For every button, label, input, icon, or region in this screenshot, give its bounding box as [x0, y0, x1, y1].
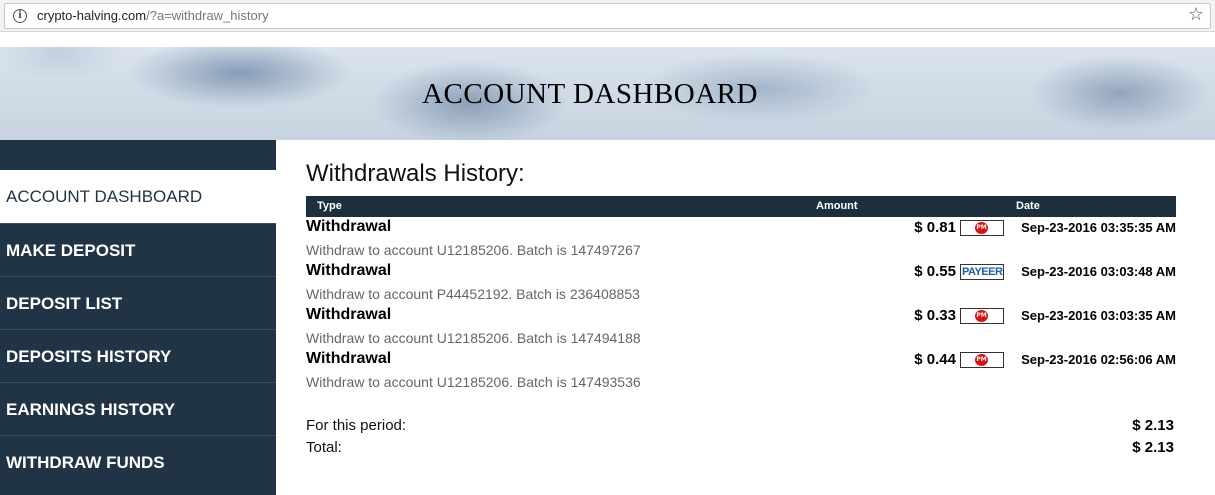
payeer-logo: PAYEER	[962, 266, 1003, 278]
info-icon[interactable]: i	[13, 9, 27, 23]
grand-total-value: $ 2.13	[1132, 439, 1174, 456]
sidebar-item-make-deposit[interactable]: MAKE DEPOSIT	[0, 223, 276, 276]
row-date: Sep-23-2016 03:35:35 AM	[1021, 220, 1176, 235]
sidebar-item-deposit-list[interactable]: DEPOSIT LIST	[0, 276, 276, 329]
bookmark-star-icon[interactable]: ☆	[1188, 5, 1204, 25]
sidebar: ACCOUNT DASHBOARD MAKE DEPOSIT DEPOSIT L…	[0, 140, 276, 495]
banner-title: ACCOUNT DASHBOARD	[422, 78, 758, 110]
sidebar-item-withdraw-funds[interactable]: WITHDRAW FUNDS	[0, 435, 276, 488]
banner-top-strip	[0, 33, 1215, 47]
row-description: Withdraw to account P44452192. Batch is …	[306, 286, 640, 302]
url-field[interactable]: i crypto-halving.com/?a=withdraw_history…	[4, 3, 1211, 29]
row-type: Withdrawal	[306, 306, 392, 323]
perfect-money-icon: PM	[960, 352, 1004, 368]
row-amount: $ 0.44	[914, 351, 956, 368]
row-date: Sep-23-2016 03:03:35 AM	[1021, 308, 1176, 323]
row-type: Withdrawal	[306, 218, 392, 235]
url-host: crypto-halving.com	[37, 8, 147, 23]
grand-total-label: Total:	[306, 439, 342, 456]
pm-logo: PM	[975, 222, 988, 234]
row-description: Withdraw to account U12185206. Batch is …	[306, 374, 641, 390]
header-banner: ACCOUNT DASHBOARD	[0, 33, 1215, 140]
column-header-type: Type	[317, 200, 342, 212]
sidebar-item-account-dashboard[interactable]: ACCOUNT DASHBOARD	[0, 170, 276, 223]
row-description: Withdraw to account U12185206. Batch is …	[306, 242, 641, 258]
sidebar-item-deposits-history[interactable]: DEPOSITS HISTORY	[0, 329, 276, 382]
url-path: /?a=withdraw_history	[146, 8, 269, 23]
url-text[interactable]: crypto-halving.com/?a=withdraw_history	[37, 8, 269, 24]
row-date: Sep-23-2016 03:03:48 AM	[1021, 264, 1176, 279]
period-total-value: $ 2.13	[1132, 417, 1174, 434]
sidebar-item-earnings-history[interactable]: EARNINGS HISTORY	[0, 382, 276, 435]
row-date: Sep-23-2016 02:56:06 AM	[1021, 352, 1176, 367]
row-type: Withdrawal	[306, 350, 392, 367]
table-header: Type Amount Date	[306, 196, 1176, 217]
row-type: Withdrawal	[306, 262, 392, 279]
perfect-money-icon: PM	[960, 220, 1004, 236]
period-total-label: For this period:	[306, 417, 407, 434]
row-description: Withdraw to account U12185206. Batch is …	[306, 330, 641, 346]
payeer-icon: PAYEER	[960, 264, 1004, 280]
browser-address-bar: i crypto-halving.com/?a=withdraw_history…	[0, 0, 1215, 32]
row-amount: $ 0.55	[914, 263, 956, 280]
pm-logo: PM	[975, 354, 988, 366]
column-header-amount: Amount	[816, 200, 858, 212]
page-title: Withdrawals History:	[306, 160, 525, 187]
column-header-date: Date	[1016, 200, 1040, 212]
row-amount: $ 0.81	[914, 219, 956, 236]
pm-logo: PM	[975, 310, 988, 322]
row-amount: $ 0.33	[914, 307, 956, 324]
perfect-money-icon: PM	[960, 308, 1004, 324]
